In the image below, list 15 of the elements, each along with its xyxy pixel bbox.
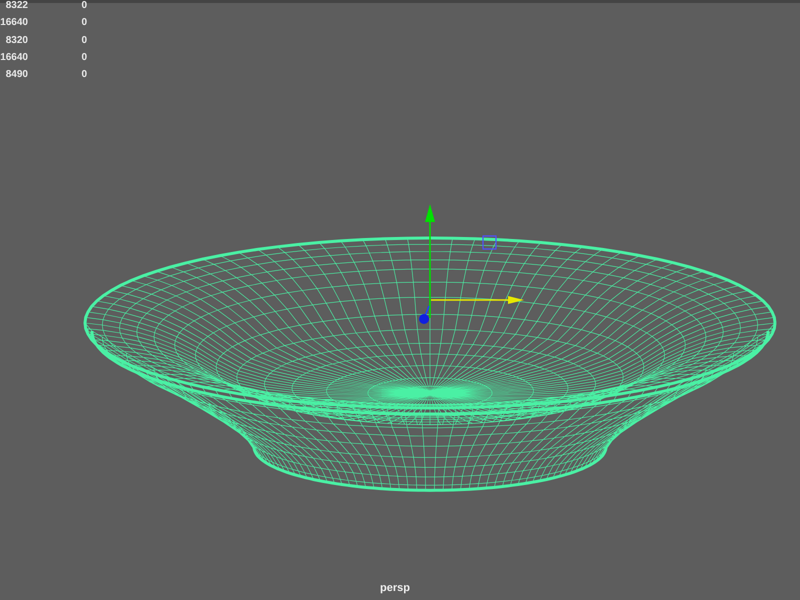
stat-value: 8322 [4,0,28,12]
camera-label: persp [380,582,410,594]
stat-value: 0 [80,52,87,64]
stat-value: 16640 [0,52,28,64]
stat-value: 0 [80,34,87,47]
x-axis-arrow-icon[interactable] [431,296,524,304]
stat-value: 0 [80,17,87,30]
stat-value: 8490 [4,69,28,82]
y-axis-arrow-icon[interactable] [425,204,435,318]
stat-value: 0 [80,0,87,12]
z-axis-handle-icon[interactable] [419,306,430,324]
stat-value: 8320 [4,34,28,47]
plane-handle-icon[interactable] [482,235,497,250]
stat-value: 0 [80,69,87,82]
stat-value: 16640 [0,17,28,30]
